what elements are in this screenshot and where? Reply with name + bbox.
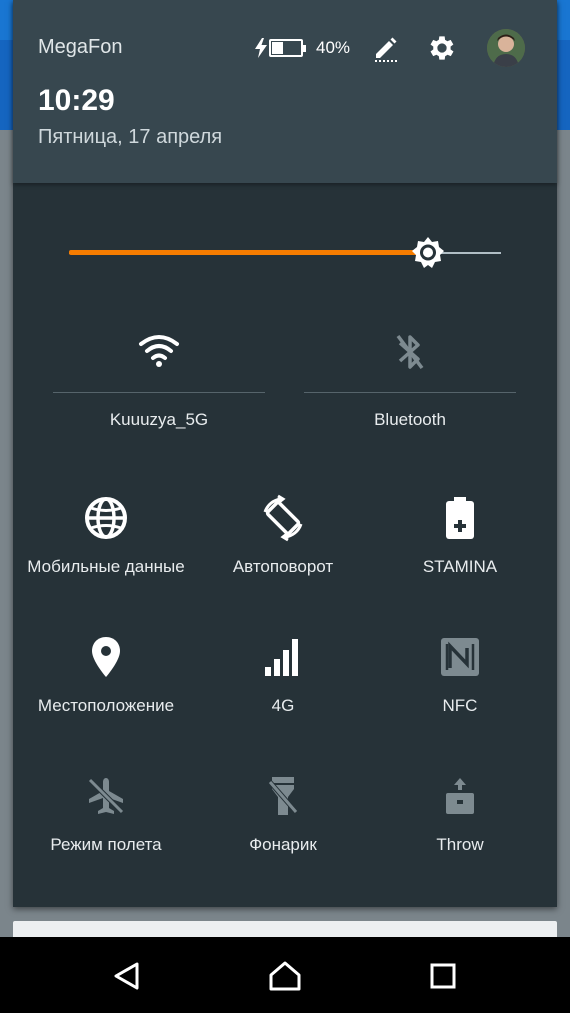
battery-icon: [269, 39, 303, 57]
tile-mobile-data-label: Мобильные данные: [27, 557, 185, 576]
battery-tip: [303, 44, 306, 52]
edit-icon[interactable]: [368, 30, 404, 66]
auto-rotate-icon: [193, 493, 373, 543]
tile-auto-rotate-label: Автоповорот: [232, 557, 334, 576]
tile-wifi-label: Kuuuzya_5G: [109, 410, 209, 429]
tile-airplane-mode[interactable]: Режим полета: [16, 771, 196, 881]
flashlight-off-icon: [193, 771, 373, 821]
tile-mobile-data[interactable]: Мобильные данные: [16, 493, 196, 603]
home-icon[interactable]: [262, 953, 308, 999]
tile-bluetooth-label: Bluetooth: [374, 410, 446, 429]
bluetooth-off-icon: [304, 330, 516, 374]
tile-stamina-label: STAMINA: [422, 557, 498, 576]
carrier-name: MegaFon: [38, 36, 123, 58]
wifi-icon: [53, 330, 265, 374]
tile-flashlight-label: Фонарик: [249, 835, 317, 854]
settings-icon[interactable]: [424, 30, 460, 66]
battery-percent: 40%: [316, 38, 351, 57]
brightness-thumb-icon[interactable]: [408, 233, 448, 273]
nfc-icon: [370, 632, 550, 682]
avatar[interactable]: [487, 29, 525, 67]
tile-stamina[interactable]: STAMINA: [370, 493, 550, 603]
tile-airplane-mode-label: Режим полета: [50, 835, 162, 854]
tile-4g-label: 4G: [271, 696, 295, 715]
tile-wifi[interactable]: Kuuuzya_5G: [53, 320, 265, 440]
tile-location[interactable]: Местоположение: [16, 632, 196, 742]
tile-divider: [304, 392, 516, 393]
tile-nfc[interactable]: NFC: [370, 632, 550, 742]
globe-icon: [16, 493, 196, 543]
tile-location-label: Местоположение: [37, 696, 175, 715]
throw-icon: [370, 771, 550, 821]
battery-fill: [272, 42, 283, 54]
back-icon[interactable]: [104, 953, 150, 999]
tile-auto-rotate[interactable]: Автоповорот: [193, 493, 373, 603]
quick-settings-panel: MegaFon 40% 10:29 Пятница, 17 апреля Kuu…: [13, 0, 557, 907]
tile-divider: [53, 392, 265, 393]
quick-settings-header: MegaFon 40% 10:29 Пятница, 17 апреля: [13, 0, 557, 183]
tile-flashlight[interactable]: Фонарик: [193, 771, 373, 881]
tile-nfc-label: NFC: [442, 696, 478, 715]
tile-4g[interactable]: 4G: [193, 632, 373, 742]
airplane-off-icon: [16, 771, 196, 821]
charging-bolt-icon: [255, 38, 267, 58]
battery-plus-icon: [370, 493, 550, 543]
tile-throw[interactable]: Throw: [370, 771, 550, 881]
battery-indicator: [255, 36, 306, 60]
recents-icon[interactable]: [420, 953, 466, 999]
clock-time: 10:29: [38, 84, 115, 117]
navigation-bar: [0, 937, 570, 1013]
location-pin-icon: [16, 632, 196, 682]
tile-throw-label: Throw: [436, 835, 484, 854]
tile-bluetooth[interactable]: Bluetooth: [304, 320, 516, 440]
clock-date: Пятница, 17 апреля: [38, 126, 223, 148]
brightness-slider-fill[interactable]: [69, 250, 428, 255]
signal-icon: [193, 632, 373, 682]
